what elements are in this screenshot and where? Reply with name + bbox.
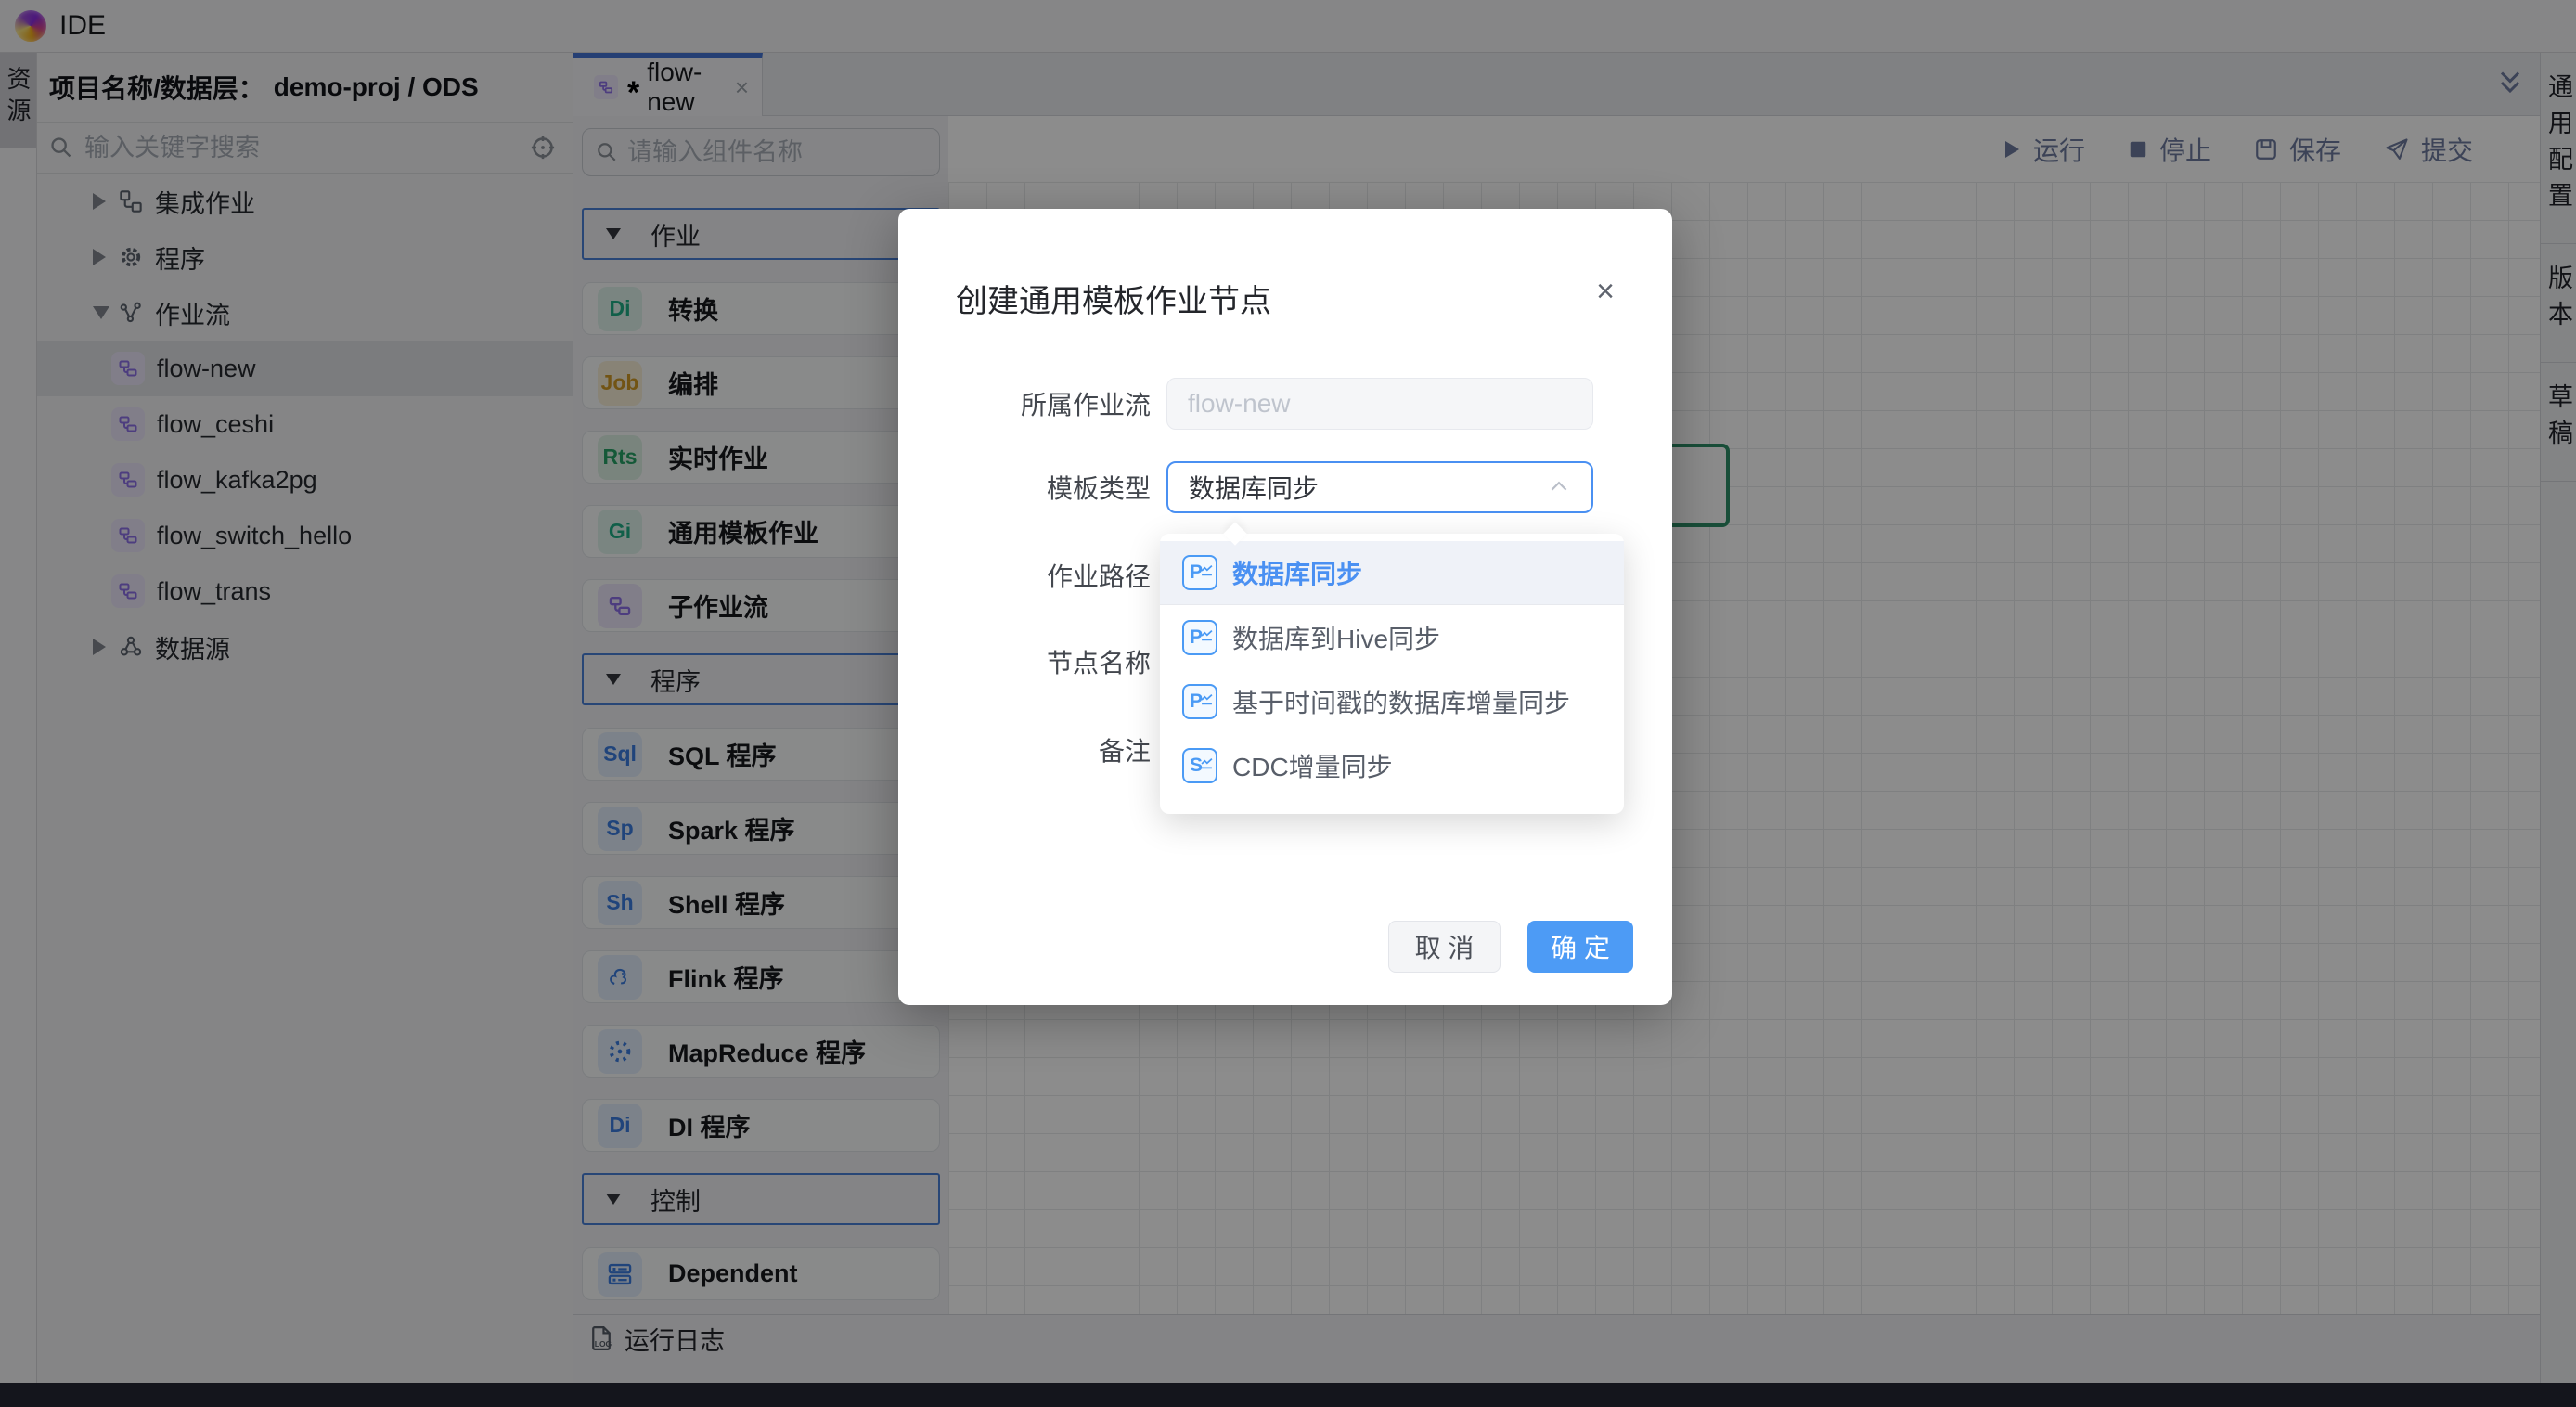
field-label: 作业路径 [1047, 557, 1151, 594]
template-p-icon: P [1182, 620, 1217, 655]
template-s-icon: S [1182, 748, 1217, 783]
option-label: 数据库同步 [1232, 554, 1362, 591]
chevron-up-icon [1547, 475, 1571, 499]
option-cdc-incremental-sync[interactable]: S CDC增量同步 [1160, 733, 1624, 797]
create-node-modal: 创建通用模板作业节点 × 所属作业流 flow-new 模板类型 数据库同步 作… [898, 209, 1672, 1005]
close-icon[interactable]: × [1596, 276, 1615, 307]
parent-flow-input: flow-new [1166, 378, 1593, 430]
field-label: 备注 [1099, 731, 1151, 768]
template-p-icon: P [1182, 555, 1217, 590]
option-timestamp-incremental-sync[interactable]: P 基于时间戳的数据库增量同步 [1160, 669, 1624, 733]
field-label: 所属作业流 [1021, 385, 1151, 422]
option-label: 数据库到Hive同步 [1232, 619, 1440, 656]
field-label: 模板类型 [1047, 469, 1151, 506]
field-label: 节点名称 [1047, 643, 1151, 680]
template-type-dropdown: P 数据库同步 P 数据库到Hive同步 P 基于时间戳的数据库增量同步 [1160, 534, 1624, 814]
template-p-icon: P [1182, 684, 1217, 719]
modal-title: 创建通用模板作业节点 [956, 276, 1271, 321]
option-label: 基于时间戳的数据库增量同步 [1232, 683, 1570, 720]
ide-app: IDE 资源 项目名称/数据层： demo-proj / ODS [0, 0, 2576, 1407]
option-label: CDC增量同步 [1232, 747, 1393, 784]
field-row-parent-flow: 所属作业流 flow-new [898, 378, 1672, 430]
field-row-template-type: 模板类型 数据库同步 [898, 461, 1672, 513]
select-value: 数据库同步 [1189, 469, 1319, 506]
template-type-select[interactable]: 数据库同步 [1166, 461, 1593, 513]
modal-buttons: 取 消 确 定 [1388, 921, 1633, 973]
option-db-to-hive-sync[interactable]: P 数据库到Hive同步 [1160, 605, 1624, 669]
confirm-button[interactable]: 确 定 [1527, 921, 1633, 973]
option-db-sync[interactable]: P 数据库同步 [1160, 541, 1624, 605]
cancel-button[interactable]: 取 消 [1388, 921, 1501, 973]
